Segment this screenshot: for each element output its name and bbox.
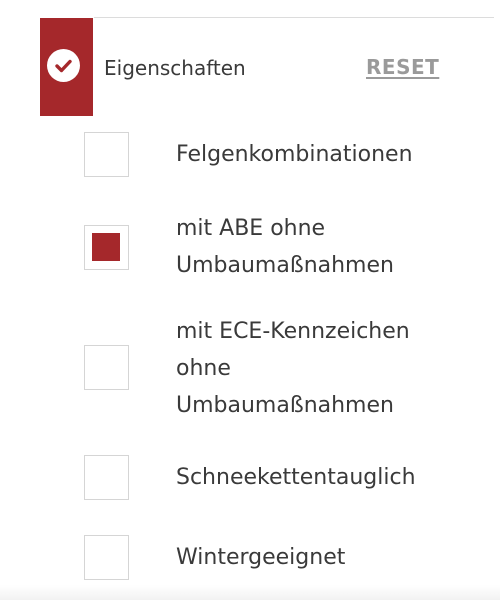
filter-active-indicator[interactable]: [40, 18, 93, 116]
option-label: Felgenkombinationen: [176, 142, 413, 167]
option-label: mit ECE-Kennzeichen ohne Umbaumaßnahmen: [176, 319, 410, 418]
checkbox-checked[interactable]: [84, 225, 129, 270]
option-felgenkombinationen[interactable]: Felgenkombinationen: [84, 132, 494, 180]
filter-title: Eigenschaften: [104, 56, 246, 80]
checkbox-fill: [92, 233, 120, 261]
checkbox[interactable]: [84, 535, 129, 580]
top-divider: [94, 17, 494, 18]
option-label: Wintergeeignet: [176, 545, 346, 570]
checkbox[interactable]: [84, 345, 129, 390]
checkbox[interactable]: [84, 132, 129, 177]
option-label: Schneekettentauglich: [176, 465, 416, 490]
option-label: mit ABE ohne Umbaumaßnahmen: [176, 216, 394, 278]
option-mit-ece[interactable]: mit ECE-Kennzeichen ohne Umbaumaßnahmen: [84, 313, 494, 425]
option-schneekettentauglich[interactable]: Schneekettentauglich: [84, 455, 494, 503]
option-mit-abe[interactable]: mit ABE ohne Umbaumaßnahmen: [84, 210, 494, 286]
reset-link[interactable]: RESET: [366, 55, 439, 79]
option-wintergeeignet[interactable]: Wintergeeignet: [84, 535, 494, 583]
bottom-fade: [0, 585, 500, 600]
check-icon: [47, 49, 80, 82]
checkbox[interactable]: [84, 455, 129, 500]
